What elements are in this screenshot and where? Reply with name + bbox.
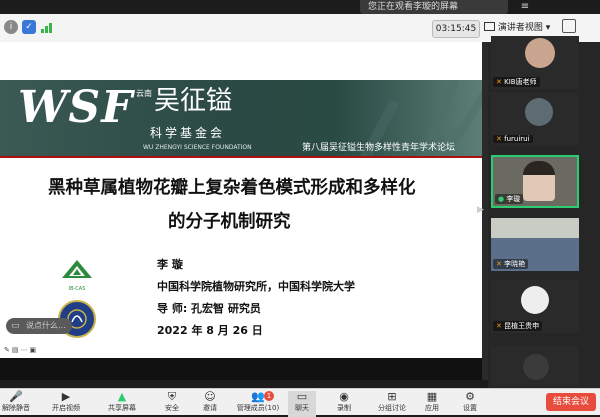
- shield-icon[interactable]: ✓: [22, 20, 36, 34]
- apps-icon: ▦: [426, 390, 438, 403]
- participant-name: ✕ 李晓艳: [493, 259, 529, 269]
- presentation-date: 2022 年 8 月 26 日: [157, 324, 263, 337]
- end-meeting-button[interactable]: 结束会议: [546, 393, 596, 411]
- participant-tile[interactable]: ✕ 李晓艳: [491, 218, 579, 271]
- mic-icon: 🎤: [9, 390, 23, 403]
- advisor: 导 师: 孔宏智 研究员: [157, 302, 261, 315]
- avatar: [525, 38, 555, 68]
- chat-icon[interactable]: ▤: [12, 346, 21, 354]
- breakout-button[interactable]: ⊞ 分组讨论: [374, 391, 410, 417]
- chevron-down-icon: ▾: [545, 23, 551, 33]
- capture-icon[interactable]: ▣: [30, 346, 39, 354]
- avatar: [525, 98, 553, 126]
- info-icon[interactable]: i: [4, 20, 18, 34]
- participant-name: ● 李璇: [495, 194, 524, 204]
- participant-name: ✕ KIB唐老师: [493, 77, 540, 87]
- slide-title-line2: 的分子机制研究: [168, 212, 291, 232]
- pen-icon[interactable]: ✎: [4, 346, 12, 354]
- ib-cas-logo: IB-CAS: [60, 258, 94, 292]
- slide-title-line1: 黑种草属植物花瓣上复杂着色模式形成和多样化: [48, 178, 416, 198]
- fullscreen-icon[interactable]: [562, 19, 576, 33]
- slide-bottom-strip: [0, 358, 482, 380]
- speaker-view-button[interactable]: 演讲者视图 ▾: [484, 20, 552, 36]
- wsf-logo: WSF: [18, 82, 134, 133]
- view-icon: [484, 22, 495, 31]
- notification-badge: 1: [264, 391, 274, 401]
- comment-input[interactable]: ▭ 说点什么...: [6, 318, 72, 334]
- security-button[interactable]: ⛨ 安全: [158, 391, 186, 417]
- avatar: [521, 286, 549, 314]
- mute-button[interactable]: 🎤 解除静音: [2, 391, 30, 417]
- affiliation: 中国科学院植物研究所，中国科学院大学: [157, 280, 355, 293]
- collapse-panel-icon[interactable]: ▶: [477, 205, 487, 219]
- breakout-icon: ⊞: [387, 390, 397, 403]
- shield-icon: ⛨: [167, 390, 177, 403]
- invite-button[interactable]: ☺ 邀请: [196, 391, 224, 417]
- meeting-timer: 03:15:45: [432, 20, 480, 38]
- video-icon: ▶: [61, 390, 71, 403]
- participant-tile[interactable]: ✕ 昆植王贵申: [491, 280, 579, 333]
- participant-tile-active[interactable]: ● 李璇: [491, 155, 579, 208]
- video-button[interactable]: ▶ 开启视频: [52, 391, 80, 417]
- participant-tile[interactable]: ✕ KIB唐老师: [491, 36, 579, 89]
- participant-tile[interactable]: ✕ furuirui: [491, 92, 579, 145]
- members-button[interactable]: 👥 1 管理成员(10): [236, 391, 280, 417]
- mic-muted-icon: ✕: [496, 260, 502, 268]
- banner-org-small: 云南: [136, 89, 152, 98]
- screen-share-banner: 您正在观看李璇的屏幕: [360, 0, 508, 14]
- chat-button[interactable]: ▭ 聊天: [288, 391, 316, 417]
- mic-muted-icon: ✕: [496, 78, 502, 86]
- annotation-tools[interactable]: ✎▤⋯▣: [4, 346, 64, 356]
- more-icon[interactable]: ⋯: [21, 346, 30, 354]
- record-button[interactable]: ◉ 录制: [330, 391, 358, 417]
- comment-placeholder: 说点什么...: [26, 321, 66, 330]
- mic-icon: ●: [498, 195, 505, 203]
- banner-org-sub: 科学基金会: [150, 126, 226, 140]
- settings-button[interactable]: ⚙ 设置: [456, 391, 484, 417]
- ib-cas-caption: IB-CAS: [68, 286, 86, 292]
- share-screen-button[interactable]: ▲ 共享屏幕: [108, 391, 136, 417]
- banner-org-name: 吴征镒: [154, 86, 233, 116]
- menu-icon[interactable]: ≡: [518, 0, 532, 14]
- view-button-label: 演讲者视图: [497, 23, 543, 33]
- video-feed: [491, 218, 579, 238]
- slide-banner: WSF 云南 吴征镒 科学基金会 WU ZHENGYI SCIENCE FOUN…: [0, 80, 482, 156]
- author-name: 李 璇: [157, 258, 183, 271]
- slide-divider: [0, 156, 482, 158]
- banner-forum-title: 第八届吴征镒生物多样性青年学术论坛: [302, 143, 456, 153]
- participant-name: ✕ 昆植王贵申: [493, 321, 543, 331]
- chat-bubble-icon: ▭: [11, 321, 20, 331]
- mic-muted-icon: ✕: [496, 135, 502, 143]
- record-icon: ◉: [339, 390, 349, 403]
- apps-button[interactable]: ▦ 应用: [418, 391, 446, 417]
- members-icon: 👥: [251, 390, 265, 403]
- gear-icon: ⚙: [465, 390, 475, 403]
- meeting-toolbar: 🎤 解除静音 ▶ 开启视频 ▲ 共享屏幕 ⛨ 安全 ☺ 邀请 👥 1 管理成员(10) ▭…: [0, 388, 600, 417]
- participant-tile[interactable]: [491, 346, 579, 386]
- share-screen-icon: ▲: [117, 390, 127, 403]
- invite-icon: ☺: [204, 390, 216, 403]
- banner-org-english: WU ZHENGYI SCIENCE FOUNDATION: [143, 144, 252, 151]
- signal-icon[interactable]: [40, 20, 54, 34]
- participant-name: ✕ furuirui: [493, 135, 533, 143]
- mic-muted-icon: ✕: [496, 322, 502, 330]
- avatar: [523, 354, 549, 380]
- chat-icon: ▭: [296, 390, 308, 403]
